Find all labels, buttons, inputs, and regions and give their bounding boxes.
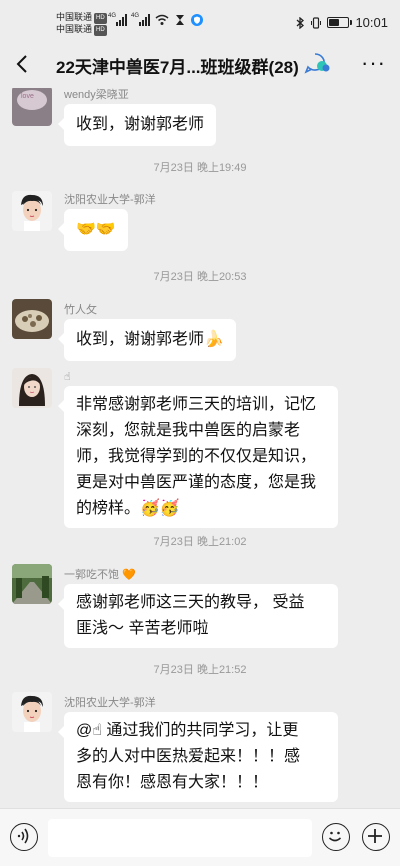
chat-title: 22天津中兽医7月...班班级群(28) — [56, 58, 299, 77]
bubble-line: 恩有你！感恩有大家！！！ — [76, 774, 269, 791]
bluetooth-icon — [297, 16, 305, 29]
svg-text:love: love — [21, 93, 34, 100]
emoji-icon[interactable] — [322, 823, 350, 851]
bubble-line: @☝ 通过我们的共同学习，让更 — [76, 722, 299, 739]
bubble-line: 匪浅～ 辛苦老师啦 — [76, 620, 209, 637]
chat-area[interactable]: love wendy梁晓亚 收到，谢谢郭老师 7月23日 晚上19:49 沈阳农… — [0, 88, 400, 808]
avatar[interactable] — [12, 564, 52, 604]
sender-name: ☝ — [64, 371, 71, 383]
hd-badge: HD — [94, 13, 107, 24]
avatar[interactable] — [12, 368, 52, 408]
group-status-icon[interactable] — [304, 52, 330, 74]
avatar[interactable] — [12, 299, 52, 339]
battery-icon — [327, 17, 353, 28]
message-input[interactable] — [48, 819, 312, 857]
more-icon[interactable]: ··· — [361, 52, 386, 74]
message-bubble[interactable]: 非常感谢郭老师三天的培训，记忆 深刻，您就是我中兽医的启蒙老 师，我觉得学到的不… — [58, 386, 338, 528]
message-bubble[interactable]: 收到，谢谢郭老师🍌 — [58, 319, 236, 361]
bubble-line: 多的人对中医热爱起来！！！感 — [76, 748, 301, 765]
bubble-line: 非常感谢郭老师三天的培训，记忆 — [76, 396, 317, 413]
hd-badge: HD — [94, 25, 107, 36]
message-bubble[interactable]: 收到，谢谢郭老师 — [57, 104, 217, 146]
clock: 10:01 — [355, 15, 388, 30]
back-arrow-icon[interactable] — [14, 54, 32, 74]
status-right: 10:01 — [296, 15, 388, 30]
hourglass-icon — [176, 15, 184, 25]
sender-name: 一郭吃不饱 🧡 — [64, 569, 136, 581]
avatar[interactable] — [12, 692, 52, 732]
message-bubble[interactable]: 🤝🤝 — [58, 209, 128, 251]
bubble-line: 深刻，您就是我中兽医的启蒙老 — [76, 422, 301, 439]
bubble-line: 的榜样。🥳🥳 — [76, 500, 180, 517]
carrier-2-label: 中国联通 — [56, 24, 93, 34]
shield-icon — [191, 14, 203, 26]
bubble-line: 师，我觉得学到的不仅仅是知识， — [76, 448, 317, 465]
sender-name: wendy梁晓亚 — [64, 89, 129, 101]
carrier-1: 中国联通 HD — [56, 12, 107, 24]
input-bar — [0, 808, 400, 866]
timestamp: 7月23日 晚上19:49 — [153, 162, 247, 174]
bubble-line: 感谢郭老师这三天的教导， 受益 — [76, 594, 305, 611]
sender-name: 竹人攵 — [64, 304, 97, 316]
message-bubble[interactable]: 感谢郭老师这三天的教导， 受益 匪浅～ 辛苦老师啦 — [58, 584, 338, 648]
plus-icon[interactable] — [362, 823, 390, 851]
network-1-label: 4G — [108, 13, 117, 19]
carrier-2: 中国联通 HD — [56, 24, 107, 36]
carrier-1-label: 中国联通 — [56, 12, 93, 22]
avatar[interactable] — [12, 191, 52, 231]
status-icons — [155, 14, 203, 26]
title-bar: 22天津中兽医7月...班班级群(28) ··· — [0, 40, 400, 88]
vibrate-icon — [311, 16, 322, 29]
network-2-label: 4G — [131, 13, 140, 19]
signal-icon — [139, 14, 150, 26]
voice-icon[interactable] — [10, 823, 38, 851]
timestamp: 7月23日 晚上21:52 — [153, 664, 247, 676]
sender-name: 沈阳农业大学-郭洋 — [64, 697, 156, 709]
timestamp: 7月23日 晚上20:53 — [153, 271, 247, 283]
battery-level — [329, 19, 340, 26]
signal-icon — [116, 14, 127, 26]
avatar[interactable]: love — [12, 88, 52, 126]
wifi-icon — [155, 14, 169, 25]
bubble-line: 更是对中兽医严谨的态度，您是我 — [76, 474, 317, 491]
status-bar: 中国联通 HD 中国联通 HD 4G 4G 10:01 — [0, 0, 400, 40]
message-bubble[interactable]: @☝ 通过我们的共同学习，让更 多的人对中医热爱起来！！！感 恩有你！感恩有大家… — [58, 712, 338, 802]
timestamp: 7月23日 晚上21:02 — [153, 536, 247, 548]
sender-name: 沈阳农业大学-郭洋 — [64, 194, 156, 206]
